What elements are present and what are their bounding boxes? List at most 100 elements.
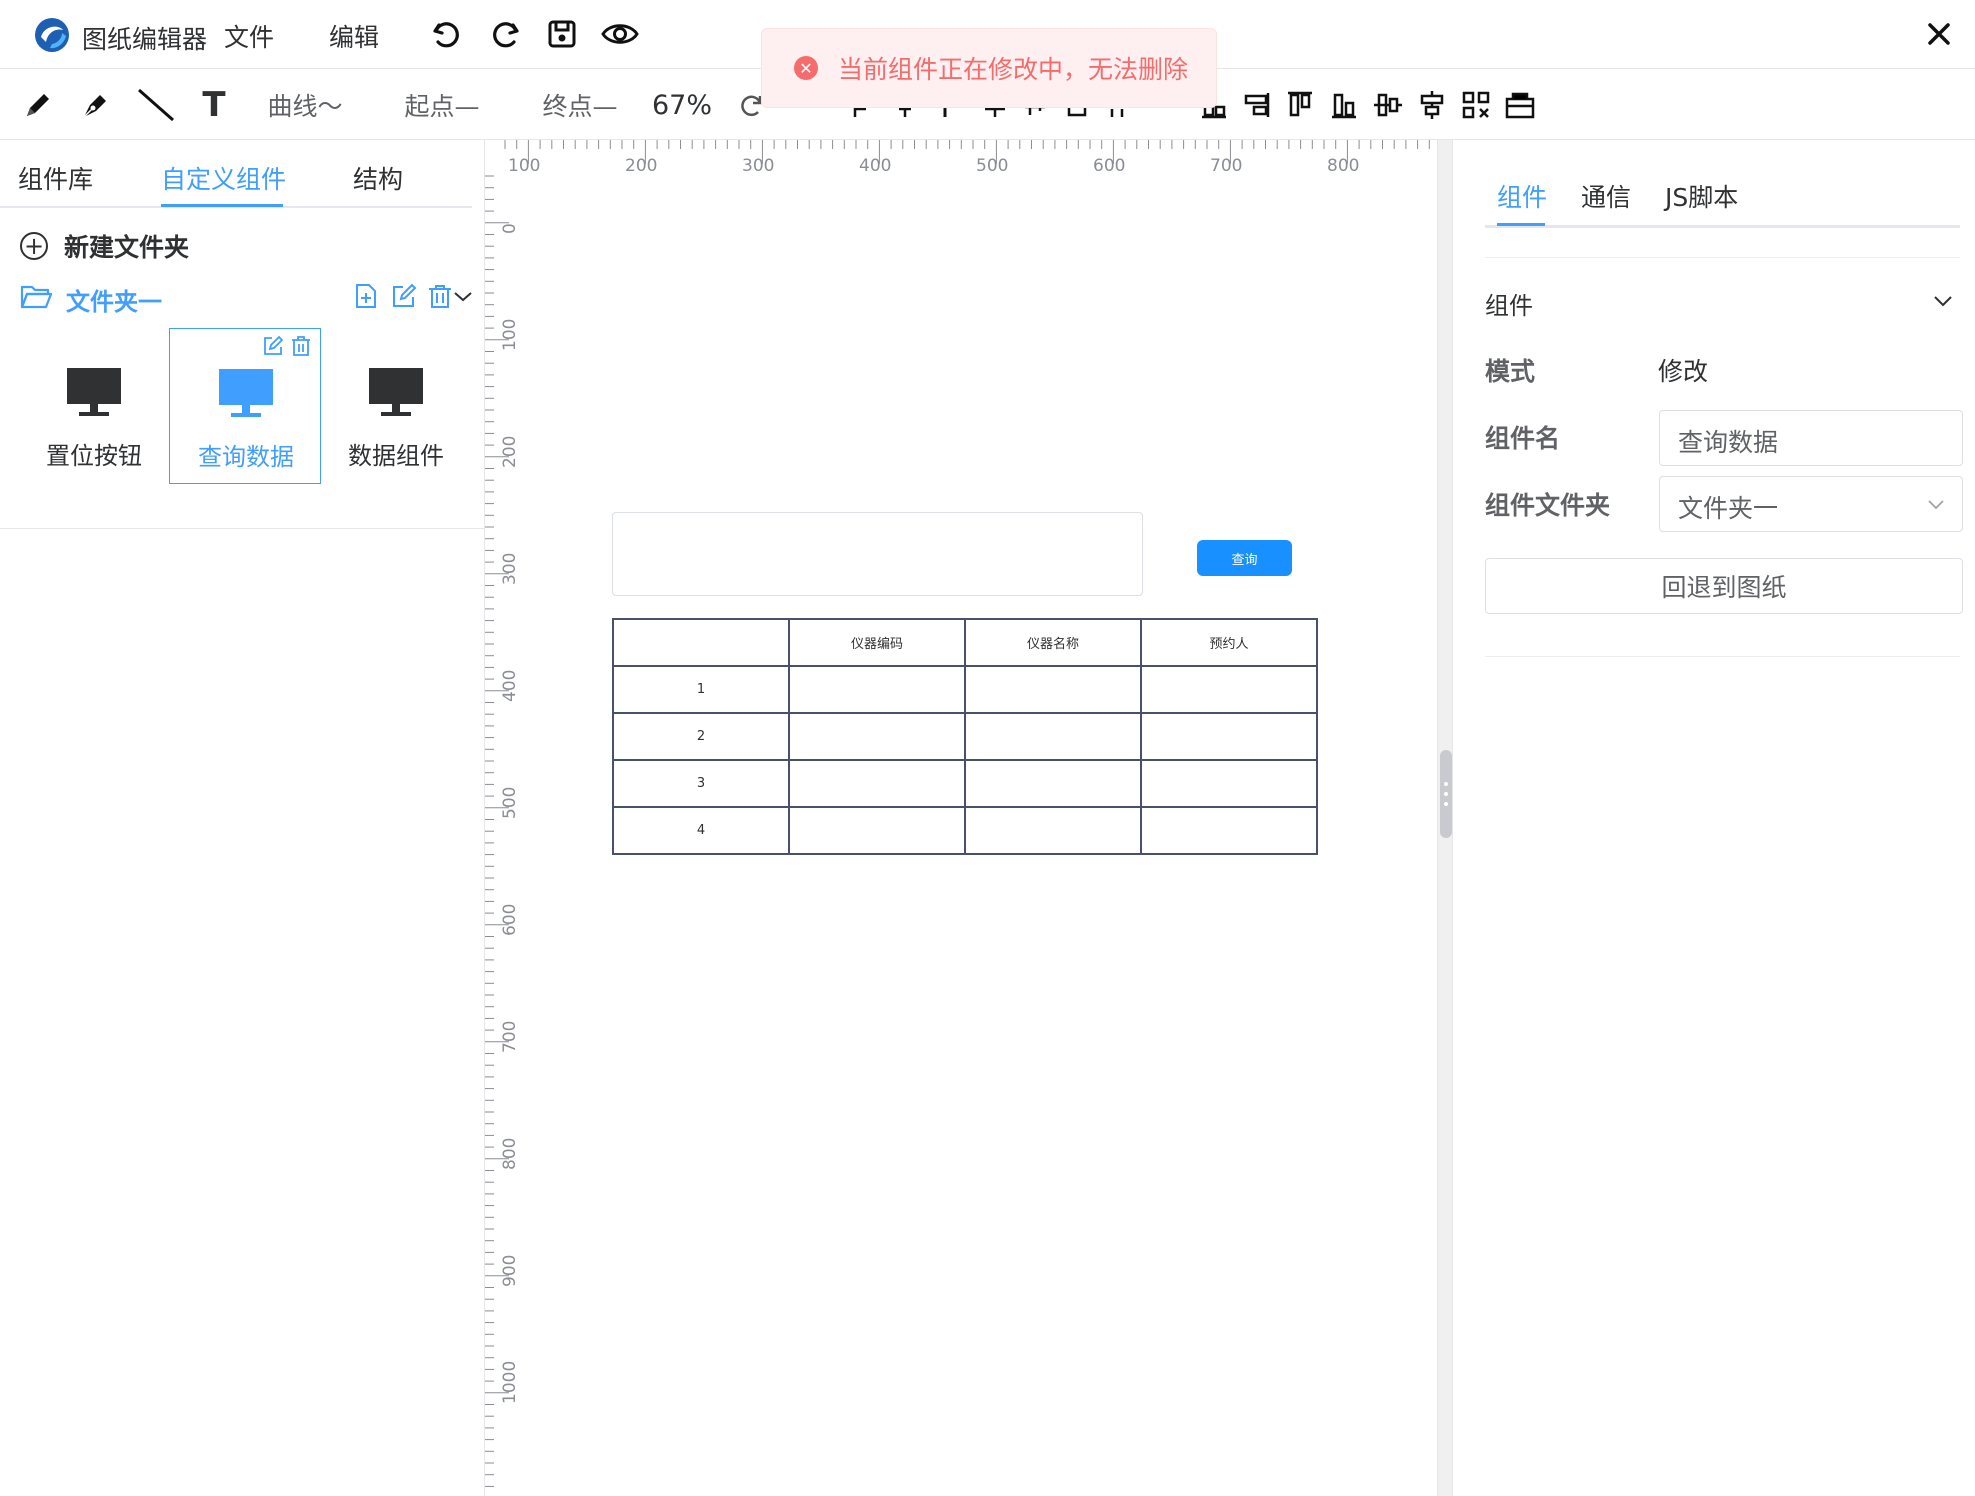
- ruler-label: 700: [500, 1021, 520, 1053]
- divider: [1485, 257, 1960, 258]
- undo-icon[interactable]: [426, 14, 466, 54]
- component-card-data-component[interactable]: 数据组件: [320, 328, 472, 484]
- ruler-label: 300: [500, 553, 520, 585]
- app-title: 图纸编辑器: [82, 25, 208, 54]
- table-cell: [788, 806, 966, 855]
- align-top-icon[interactable]: [1282, 82, 1318, 128]
- redo-icon[interactable]: [486, 14, 526, 54]
- folder-name[interactable]: 文件夹一: [66, 282, 162, 317]
- active-tab-indicator: [1497, 223, 1545, 226]
- new-folder-label: 新建文件夹: [64, 233, 190, 262]
- panel-splitter[interactable]: [1437, 140, 1453, 1496]
- text-icon[interactable]: T: [196, 82, 232, 128]
- pencil-icon[interactable]: [18, 82, 58, 128]
- splitter-drag-handle[interactable]: [1440, 750, 1452, 838]
- result-table: 仪器编码 仪器名称 预约人 1 2 3 4: [612, 618, 1318, 855]
- preview-eye-icon[interactable]: [600, 14, 640, 54]
- toast-message: 当前组件正在修改中，无法删除: [838, 55, 1189, 84]
- error-circle-icon: ✕: [794, 56, 818, 80]
- table-header-row: 仪器编码 仪器名称 预约人: [612, 618, 1318, 667]
- tab-component-library[interactable]: 组件库: [18, 160, 93, 196]
- tab-custom-components[interactable]: 自定义组件: [161, 160, 286, 196]
- ungroup-icon[interactable]: [1458, 82, 1494, 128]
- mode-label: 模式: [1485, 357, 1536, 386]
- vertical-ruler: 010020030040050060070080090010000: [485, 175, 520, 1487]
- edit-component-icon[interactable]: [262, 335, 284, 357]
- ruler-label: 200: [625, 156, 657, 176]
- ruler-label: 800: [1327, 156, 1359, 176]
- left-sidebar: 组件库 自定义组件 结构 + 新建文件夹 文件夹一 置位按钮 查询数据 数据组件: [0, 140, 485, 1496]
- component-label: 置位按钮: [46, 442, 142, 470]
- center-horizontal-icon[interactable]: [1414, 82, 1450, 128]
- ruler-label: 400: [500, 670, 520, 702]
- component-folder-value: 文件夹一: [1678, 494, 1779, 523]
- plus-circle-icon: +: [20, 232, 48, 260]
- chevron-down-icon[interactable]: [452, 282, 474, 310]
- table-cell: [964, 712, 1142, 761]
- center-vertical-icon[interactable]: [1370, 82, 1406, 128]
- align-right-icon[interactable]: [1238, 82, 1274, 128]
- delete-component-icon[interactable]: [290, 335, 312, 357]
- chevron-down-icon: [1934, 296, 1952, 307]
- table-row: 3: [612, 759, 1318, 808]
- component-folder-select[interactable]: 文件夹一: [1659, 476, 1963, 532]
- start-marker-select[interactable]: 起点—: [402, 82, 482, 128]
- distribute-bottom-icon[interactable]: [1326, 82, 1362, 128]
- tab-component[interactable]: 组件: [1497, 178, 1547, 214]
- ruler-label: 500: [500, 787, 520, 819]
- add-file-icon[interactable]: [352, 282, 380, 310]
- mode-value: 修改: [1658, 357, 1709, 386]
- table-cell: [964, 665, 1142, 714]
- divider: [1485, 656, 1960, 657]
- back-to-drawing-button[interactable]: 回退到图纸: [1485, 558, 1963, 614]
- component-section-header[interactable]: 组件: [1485, 280, 1960, 330]
- curve-label: 曲线～: [267, 92, 343, 121]
- horizontal-ruler: 1002003004005006007008009: [504, 140, 1430, 176]
- table-cell: [964, 759, 1142, 808]
- table-row: 1: [612, 665, 1318, 714]
- properties-panel: 组件 通信 JS脚本 组件 模式 修改 组件名 查询数据 组件文件夹 文件夹一 …: [1453, 140, 1975, 1496]
- delete-folder-icon[interactable]: [426, 282, 454, 310]
- ruler-label: 800: [500, 1138, 520, 1170]
- menu-file[interactable]: 文件: [224, 18, 274, 54]
- table-header-cell: 仪器名称: [964, 618, 1142, 667]
- table-cell: [964, 806, 1142, 855]
- zoom-value: 67%: [652, 89, 713, 121]
- table-header-cell: [612, 618, 790, 667]
- table-cell: [1140, 759, 1318, 808]
- close-icon[interactable]: [1921, 16, 1957, 52]
- left-tab-bar: 组件库 自定义组件 结构: [0, 140, 472, 208]
- zoom-level[interactable]: 67%: [652, 82, 712, 128]
- tab-communication[interactable]: 通信: [1581, 178, 1631, 214]
- table-cell: 1: [612, 665, 790, 714]
- tab-js-script[interactable]: JS脚本: [1665, 178, 1738, 214]
- menu-edit[interactable]: 编辑: [329, 18, 379, 54]
- end-marker-select[interactable]: 终点—: [540, 82, 620, 128]
- drawing-canvas[interactable]: 1002003004005006007008009 01002003004005…: [485, 140, 1437, 1496]
- table-cell: [788, 712, 966, 761]
- component-card-reset-button[interactable]: 置位按钮: [18, 328, 170, 484]
- component-name-input[interactable]: 查询数据: [1659, 410, 1963, 466]
- app-logo-icon: [35, 18, 69, 52]
- new-folder-button[interactable]: + 新建文件夹: [20, 228, 189, 264]
- grip-dot: [1444, 782, 1448, 786]
- active-tab-indicator: [161, 204, 283, 207]
- monitor-icon: [219, 369, 273, 417]
- ruler-label: 700: [1210, 156, 1242, 176]
- query-input-box[interactable]: [612, 512, 1143, 596]
- pen-icon[interactable]: [76, 82, 116, 128]
- component-card-query-data[interactable]: 查询数据: [169, 328, 321, 484]
- grip-dot: [1444, 792, 1448, 796]
- query-button[interactable]: 查询: [1197, 540, 1292, 576]
- line-icon[interactable]: [134, 82, 178, 128]
- folder-open-icon[interactable]: [20, 282, 52, 310]
- table-cell: 2: [612, 712, 790, 761]
- ruler-label: 1000: [500, 1361, 520, 1404]
- group-icon[interactable]: [1502, 82, 1538, 128]
- error-toast: ✕ 当前组件正在修改中，无法删除: [761, 28, 1217, 108]
- edit-folder-icon[interactable]: [390, 282, 418, 310]
- tab-structure[interactable]: 结构: [353, 160, 403, 196]
- table-row: 2: [612, 712, 1318, 761]
- save-icon[interactable]: [542, 14, 582, 54]
- curve-style-select[interactable]: 曲线～: [265, 82, 345, 128]
